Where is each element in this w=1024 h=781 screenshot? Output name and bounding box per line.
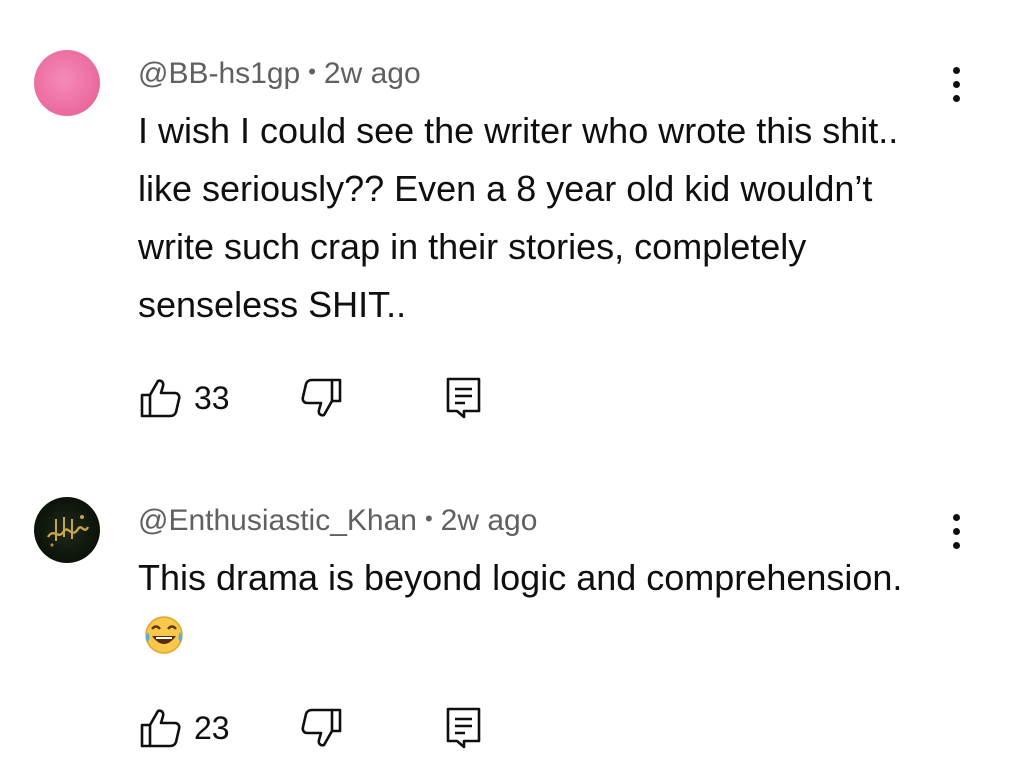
meta-separator: • bbox=[308, 59, 316, 84]
comment-meta: @BB-hs1gp • 2w ago bbox=[138, 57, 421, 91]
thumbs-up-icon bbox=[140, 379, 181, 418]
face-with-tears-of-joy-icon bbox=[145, 616, 183, 655]
comment-time[interactable]: 2w ago bbox=[441, 504, 538, 537]
dislike-button[interactable] bbox=[300, 706, 344, 750]
comment-actions: 33 bbox=[138, 376, 538, 420]
comment-author[interactable]: @BB-hs1gp bbox=[138, 57, 300, 90]
comment-author[interactable]: @Enthusiastic_Khan bbox=[138, 504, 417, 537]
like-count: 23 bbox=[194, 710, 230, 746]
comment-text-content: This drama is beyond logic and comprehen… bbox=[138, 557, 903, 598]
dislike-button[interactable] bbox=[300, 376, 344, 420]
calligraphy-avatar-image bbox=[46, 515, 90, 547]
comment-meta: @Enthusiastic_Khan • 2w ago bbox=[138, 504, 537, 538]
comment-time[interactable]: 2w ago bbox=[324, 57, 421, 90]
reply-button[interactable] bbox=[442, 706, 486, 750]
reply-comment-icon bbox=[446, 707, 481, 749]
thumbs-down-icon bbox=[301, 378, 342, 417]
comment-text: I wish I could see the writer who wrote … bbox=[138, 110, 899, 325]
more-options-button[interactable] bbox=[942, 65, 972, 109]
avatar[interactable] bbox=[34, 497, 100, 563]
reply-button[interactable] bbox=[442, 376, 486, 420]
reply-comment-icon bbox=[446, 377, 481, 419]
like-count: 33 bbox=[194, 380, 230, 416]
meta-separator: • bbox=[424, 506, 433, 531]
avatar[interactable] bbox=[34, 50, 100, 116]
thumbs-up-icon bbox=[140, 709, 181, 748]
comment-text: This drama is beyond logic and comprehen… bbox=[138, 549, 938, 665]
like-button[interactable]: 23 bbox=[138, 706, 248, 750]
comment-actions: 23 bbox=[138, 706, 538, 750]
thumbs-down-icon bbox=[301, 708, 342, 747]
more-options-button[interactable] bbox=[942, 512, 972, 556]
like-button[interactable]: 33 bbox=[138, 376, 248, 420]
